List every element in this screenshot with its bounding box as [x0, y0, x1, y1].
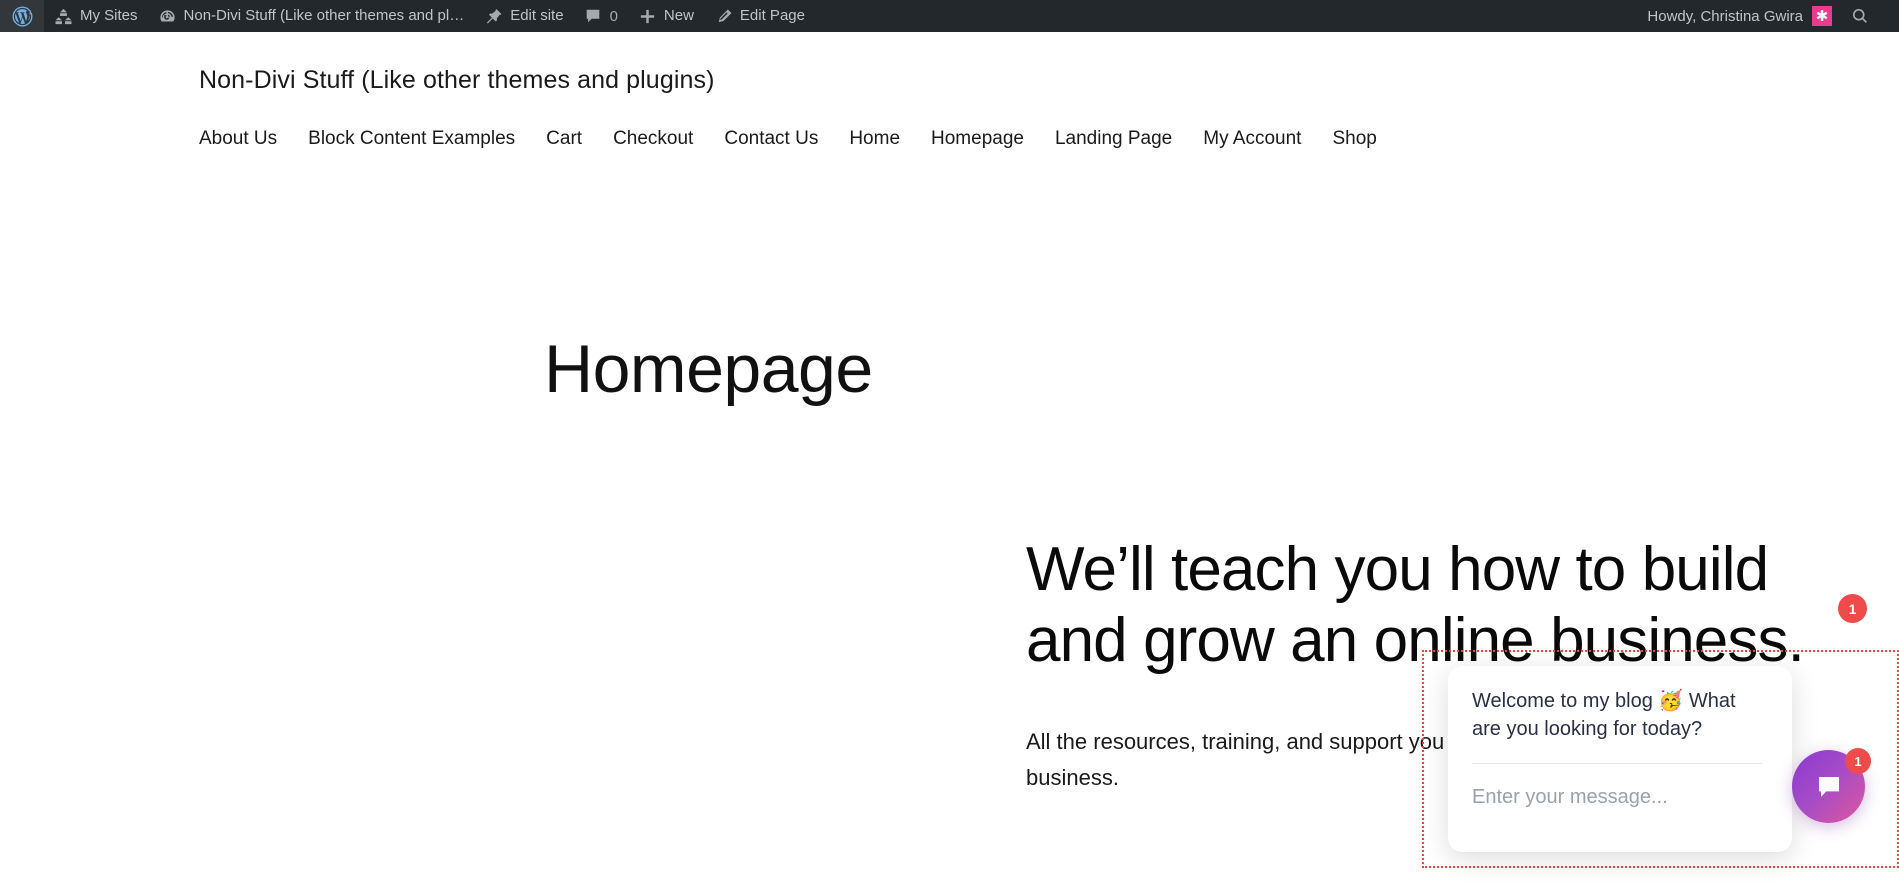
nav-item-checkout[interactable]: Checkout: [613, 125, 713, 153]
admin-bar-search-button[interactable]: [1841, 0, 1883, 32]
admin-bar-left-group: My Sites Non-Divi Stuff (Like other them…: [0, 0, 815, 32]
nav-item-contact-us[interactable]: Contact Us: [724, 125, 838, 153]
avatar: ✱: [1812, 6, 1832, 26]
admin-bar-item-my-sites[interactable]: My Sites: [44, 0, 148, 32]
comment-count: 0: [609, 7, 618, 25]
account-menu[interactable]: Howdy, Christina Gwira ✱: [1637, 0, 1841, 32]
my-sites-icon: [54, 7, 73, 26]
admin-bar-item-edit-page[interactable]: Edit Page: [704, 0, 815, 32]
dashboard-gauge-icon: [158, 7, 177, 26]
plus-icon: [638, 7, 657, 26]
admin-bar-label: Edit site: [510, 7, 564, 24]
howdy-label: Howdy, Christina Gwira: [1647, 7, 1803, 25]
admin-bar-item-site-name[interactable]: Non-Divi Stuff (Like other themes and pl…: [148, 0, 475, 32]
page-title: Homepage: [544, 331, 873, 407]
pencil-icon: [714, 7, 733, 26]
chat-panel[interactable]: Welcome to my blog 🥳 What are you lookin…: [1448, 666, 1792, 852]
admin-bar-item-comments[interactable]: 0: [574, 0, 628, 32]
nav-item-about-us[interactable]: About Us: [199, 125, 297, 153]
wordpress-logo-button[interactable]: [0, 0, 44, 32]
chat-greeting-message: Welcome to my blog 🥳 What are you lookin…: [1472, 690, 1736, 740]
chat-divider: [1472, 763, 1762, 765]
wp-admin-bar: My Sites Non-Divi Stuff (Like other them…: [0, 0, 1899, 32]
pushpin-icon: [484, 7, 503, 26]
admin-bar-label: My Sites: [80, 7, 138, 24]
comment-bubble-icon: [584, 7, 602, 25]
admin-bar-label: Non-Divi Stuff (Like other themes and pl…: [183, 7, 465, 24]
admin-bar-right-group: Howdy, Christina Gwira ✱: [1637, 0, 1899, 32]
site-navigation: About Us Block Content Examples Cart Che…: [199, 125, 1377, 153]
nav-item-my-account[interactable]: My Account: [1203, 125, 1321, 153]
chat-unread-badge[interactable]: 1: [1845, 748, 1871, 774]
wordpress-logo-icon: [12, 6, 33, 27]
chat-bubble-icon: [1814, 772, 1844, 802]
admin-bar-item-edit-site[interactable]: Edit site: [474, 0, 573, 32]
admin-bar-label: New: [663, 7, 694, 24]
admin-bar-label: Edit Page: [739, 7, 805, 24]
nav-item-shop[interactable]: Shop: [1332, 125, 1376, 153]
admin-bar-item-new[interactable]: New: [628, 0, 704, 32]
nav-item-homepage[interactable]: Homepage: [931, 125, 1044, 153]
nav-item-cart[interactable]: Cart: [546, 125, 602, 153]
nav-item-block-content-examples[interactable]: Block Content Examples: [308, 125, 535, 153]
nav-item-landing-page[interactable]: Landing Page: [1055, 125, 1192, 153]
site-title[interactable]: Non-Divi Stuff (Like other themes and pl…: [199, 66, 715, 95]
chat-message-input[interactable]: Enter your message...: [1472, 786, 1768, 809]
notification-badge[interactable]: 1: [1838, 594, 1867, 623]
search-icon: [1851, 7, 1869, 25]
nav-item-home[interactable]: Home: [849, 125, 920, 153]
hero-image-placeholder: [199, 500, 959, 885]
